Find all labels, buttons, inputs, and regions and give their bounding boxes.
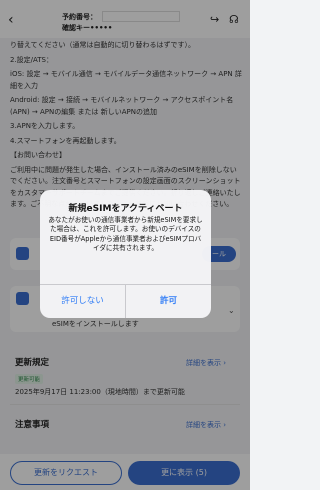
deny-button[interactable]: 許可しない: [40, 285, 125, 318]
activate-esim-dialog: 新規eSIMをアクティベート あなたがお使いの通信事業者から新規eSIMを要求し…: [40, 190, 211, 318]
dialog-message: あなたがお使いの通信事業者から新規eSIMを要求した場合は、これを許可します。お…: [48, 216, 203, 253]
dialog-title: 新規eSIMをアクティベート: [68, 204, 183, 214]
allow-button[interactable]: 許可: [126, 285, 211, 318]
